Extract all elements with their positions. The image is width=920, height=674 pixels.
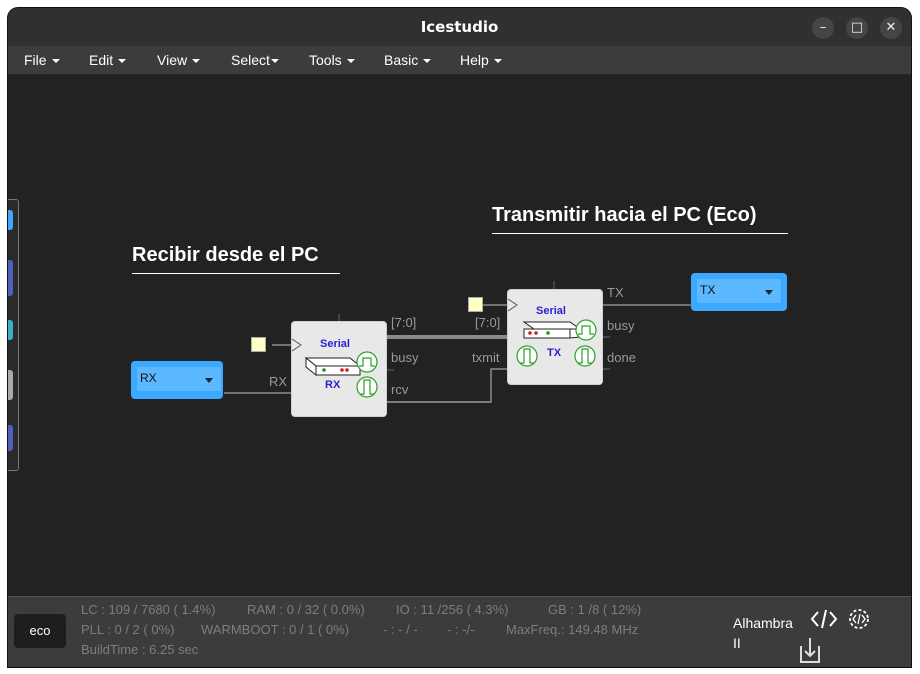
dock-icon[interactable] [8,425,13,451]
serial-tx-block[interactable]: Serial TX [507,289,603,385]
chevron-down-icon [493,59,502,64]
stat-warmboot: WARMBOOT : 0 / 1 ( 0%) [201,622,350,637]
menu-select-label: Select [231,52,270,68]
chevron-down-icon [192,59,201,64]
stat-pll: PLL : 0 / 2 ( 0%) [81,622,175,637]
maximize-button[interactable]: □ [846,17,868,39]
menu-file[interactable]: File [24,52,60,68]
stat-buildtime: BuildTime : 6.25 sec [81,642,199,657]
rx-data-label: [7:0] [391,315,417,330]
menu-basic[interactable]: Basic [384,52,432,68]
dock-icon[interactable] [8,210,13,230]
window-title: Icestudio [420,18,499,36]
menu-file-label: File [24,52,47,68]
tx-txmit-label: txmit [472,350,500,365]
menu-tools-label: Tools [309,52,342,68]
port-label: RX [140,371,157,385]
status-bar: eco LC : 109 / 7680 ( 1.4%) RAM : 0 / 32… [8,596,911,667]
stat-io: IO : 11 /256 ( 4.3%) [396,602,509,617]
clock-input-rx[interactable] [251,337,266,352]
menu-view[interactable]: View [157,52,201,68]
menu-edit[interactable]: Edit [89,52,127,68]
tx-done-label: done [607,350,636,365]
design-canvas[interactable]: Recibir desde el PC Transmitir hacia el … [8,75,911,596]
stat-misc2: - : -/- [447,622,475,637]
chevron-down-icon [765,290,773,295]
app-window: Icestudio – □ ✕ File Edit View Select To… [8,8,911,667]
upload-icon[interactable] [797,636,823,666]
menu-help-label: Help [460,52,489,68]
menu-bar: File Edit View Select Tools Basic Help [8,46,911,75]
side-dock[interactable] [8,199,19,471]
chevron-down-icon [205,378,213,383]
dock-icon[interactable] [8,260,13,296]
close-button[interactable]: ✕ [880,17,902,39]
menu-select[interactable]: Select [231,52,279,68]
comment-transmit[interactable]: Transmitir hacia el PC (Eco) [492,204,788,234]
clock-triangle-icon [508,298,518,312]
stat-ram: RAM : 0 / 32 ( 0.0%) [247,602,365,617]
tx-data-label: [7:0] [475,315,501,330]
minimize-button[interactable]: – [812,17,834,39]
tx-busy-label: busy [607,318,635,333]
block-subtitle: RX [325,379,341,391]
menu-edit-label: Edit [89,52,114,68]
eco-button[interactable]: eco [14,614,66,648]
stat-maxfreq: MaxFreq.: 149.48 MHz [506,622,639,637]
output-port-tx[interactable]: TX [691,273,787,311]
chevron-down-icon [270,59,279,64]
tx-out-label: TX [607,285,624,300]
block-subtitle: TX [547,347,562,359]
stat-misc1: - : - / - [383,622,418,637]
board-name[interactable]: Alhambra II [733,613,803,653]
chevron-down-icon [346,59,355,64]
wire-label-rx: RX [269,374,288,389]
menu-basic-label: Basic [384,52,419,68]
block-title: Serial [320,338,350,350]
port-select[interactable]: TX [697,279,781,303]
stat-lc: LC : 109 / 7680 ( 1.4%) [81,602,216,617]
input-port-rx[interactable]: RX [131,361,223,399]
title-bar: Icestudio – □ ✕ [8,8,911,46]
chevron-down-icon [118,59,127,64]
clock-input-tx[interactable] [468,297,483,312]
wires-layer [224,281,691,403]
serial-rx-block[interactable]: Serial RX [291,321,387,417]
chevron-down-icon [423,59,432,64]
menu-view-label: View [157,52,188,68]
clock-triangle-icon [292,338,302,352]
dock-icon[interactable] [8,370,13,400]
serial-device-icon [304,351,378,398]
stat-gb: GB : 1 /8 ( 12%) [548,602,642,617]
code-icon[interactable] [810,607,838,631]
menu-tools[interactable]: Tools [309,52,355,68]
settings-code-icon[interactable] [845,605,873,633]
menu-help[interactable]: Help [460,52,502,68]
dock-icon[interactable] [8,320,13,340]
rx-busy-label: busy [391,350,419,365]
chevron-down-icon [51,59,60,64]
port-select[interactable]: RX [137,367,221,391]
comment-receive[interactable]: Recibir desde el PC [132,244,340,274]
port-label: TX [700,283,716,297]
rx-rcv-label: rcv [391,382,409,397]
